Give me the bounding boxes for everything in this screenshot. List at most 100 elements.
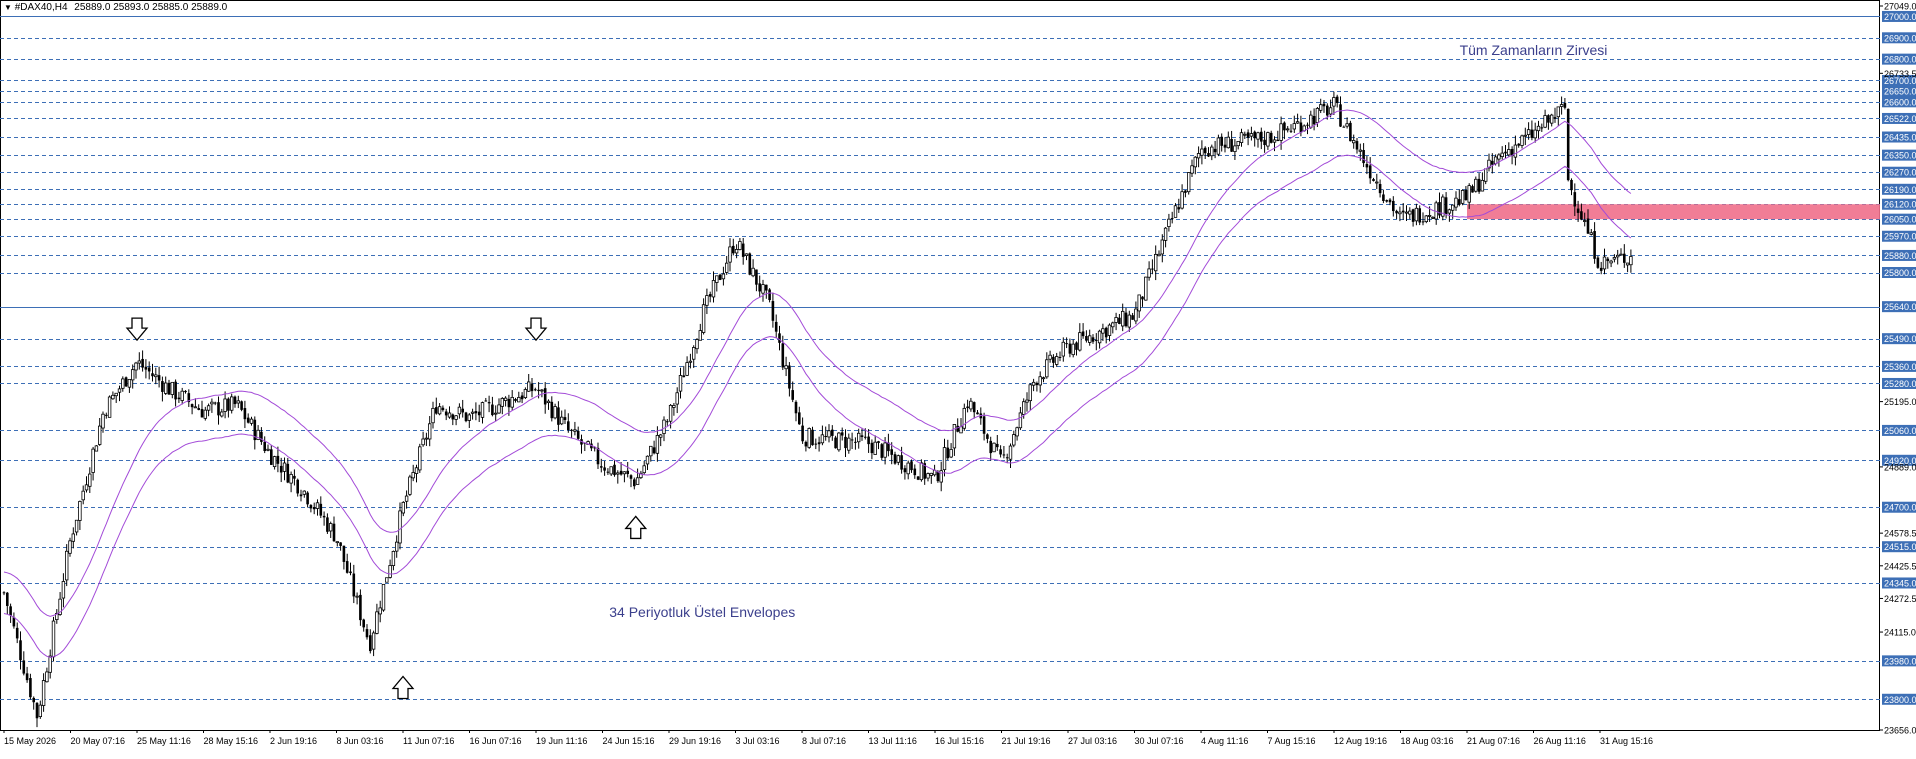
candle-body (936, 471, 940, 482)
candle-body (2, 592, 6, 594)
candle-body (698, 330, 702, 341)
candle-body (986, 434, 989, 439)
candle-body (91, 448, 95, 473)
candle-body (25, 673, 29, 681)
candle-body (1335, 96, 1339, 104)
candle-body (1230, 138, 1233, 152)
candle-body (174, 381, 177, 400)
candle-body (567, 421, 570, 430)
candle-body (1012, 434, 1016, 446)
candle-body (992, 442, 996, 453)
x-tick-label: 2 Jun 19:16 (270, 736, 317, 746)
candle-body (359, 594, 362, 621)
candle-body (461, 408, 464, 413)
candle-body (1547, 115, 1550, 123)
candle-body (1151, 268, 1154, 270)
candle-body (35, 702, 39, 719)
candle-body (900, 455, 903, 470)
candle-body (1085, 336, 1088, 341)
candle-body (369, 635, 372, 652)
candle-body (84, 484, 89, 491)
candle-body (240, 401, 243, 410)
candle-body (1015, 427, 1019, 437)
x-tick-label: 15 May 2026 (4, 736, 56, 746)
candle-body (213, 402, 217, 404)
envelope-lower-line (3, 154, 1632, 659)
candle-body (771, 301, 775, 321)
candle-body (29, 678, 32, 698)
candle-body (1454, 197, 1458, 208)
candle-body (435, 407, 438, 414)
candle-body (322, 515, 326, 518)
candle-body (1358, 149, 1362, 152)
candle-body (765, 284, 768, 291)
candle-body (1200, 148, 1204, 156)
candle-body (1088, 335, 1092, 343)
candle-body (200, 408, 204, 418)
candle-body (1362, 150, 1365, 164)
down-arrow-icon (524, 317, 548, 342)
candle-body (9, 606, 12, 616)
candle-body (1154, 254, 1158, 272)
level-price-label: 26900.0 (1884, 33, 1916, 43)
menu-dropdown-icon[interactable]: ▼ (4, 3, 12, 12)
candle-body (503, 397, 508, 401)
candle-body (1005, 457, 1009, 459)
candle-body (144, 366, 148, 370)
candle-body (220, 411, 224, 417)
candle-body (788, 365, 791, 389)
x-tick-label: 16 Jul 15:16 (935, 736, 984, 746)
candle-body (1540, 127, 1544, 129)
candle-body (217, 402, 220, 416)
candle-body (447, 412, 452, 418)
candle-body (1480, 179, 1485, 192)
candle-body (339, 542, 342, 546)
candle-body (1385, 200, 1388, 202)
candle-body (1071, 343, 1075, 356)
candle-body (1101, 328, 1105, 334)
candle-body (326, 517, 329, 532)
candle-body (688, 360, 693, 363)
candle-body (1418, 208, 1421, 223)
candle-body (1025, 399, 1029, 403)
candle-body (854, 441, 857, 443)
candle-body (328, 523, 333, 532)
candle-body (1052, 356, 1055, 363)
up-arrow-icon (624, 515, 648, 540)
x-tick-label: 11 Jun 07:16 (403, 736, 454, 746)
candle-body (867, 436, 870, 445)
x-tick-label: 8 Jul 07:16 (802, 736, 846, 746)
candle-body (32, 697, 35, 703)
chart-canvas: Tüm Zamanların Zirvesi 34 Periyotluk Üste… (0, 0, 1916, 746)
candle-body (1500, 152, 1504, 157)
candle-body (1028, 384, 1032, 402)
candle-body (622, 471, 627, 475)
candle-body (157, 375, 161, 381)
candle-body (626, 470, 629, 475)
candle-body (190, 404, 194, 408)
candle-body (1553, 117, 1557, 119)
y-tick-label: 25195.0 (1884, 397, 1916, 407)
candle-body (708, 294, 712, 297)
candle-body (1596, 257, 1600, 268)
candle-body (1190, 165, 1194, 174)
candle-body (1513, 144, 1518, 158)
candle-body (388, 565, 392, 578)
candle-body (398, 510, 402, 544)
candle-body (1276, 139, 1280, 142)
candle-body (751, 267, 755, 277)
candle-body (844, 436, 847, 449)
candle-body (514, 398, 517, 401)
candle-body (903, 468, 907, 473)
candle-body (926, 473, 930, 479)
x-tick-label: 21 Jul 19:16 (1002, 736, 1051, 746)
level-price-label: 25970.0 (1884, 232, 1916, 242)
candle-body (1031, 381, 1036, 386)
candle-body (418, 446, 422, 471)
candle-body (520, 395, 524, 400)
candle-body (78, 500, 82, 521)
candle-body (1045, 359, 1049, 378)
candle-body (6, 592, 9, 606)
candle-body (794, 401, 798, 414)
candle-body (1388, 199, 1392, 203)
